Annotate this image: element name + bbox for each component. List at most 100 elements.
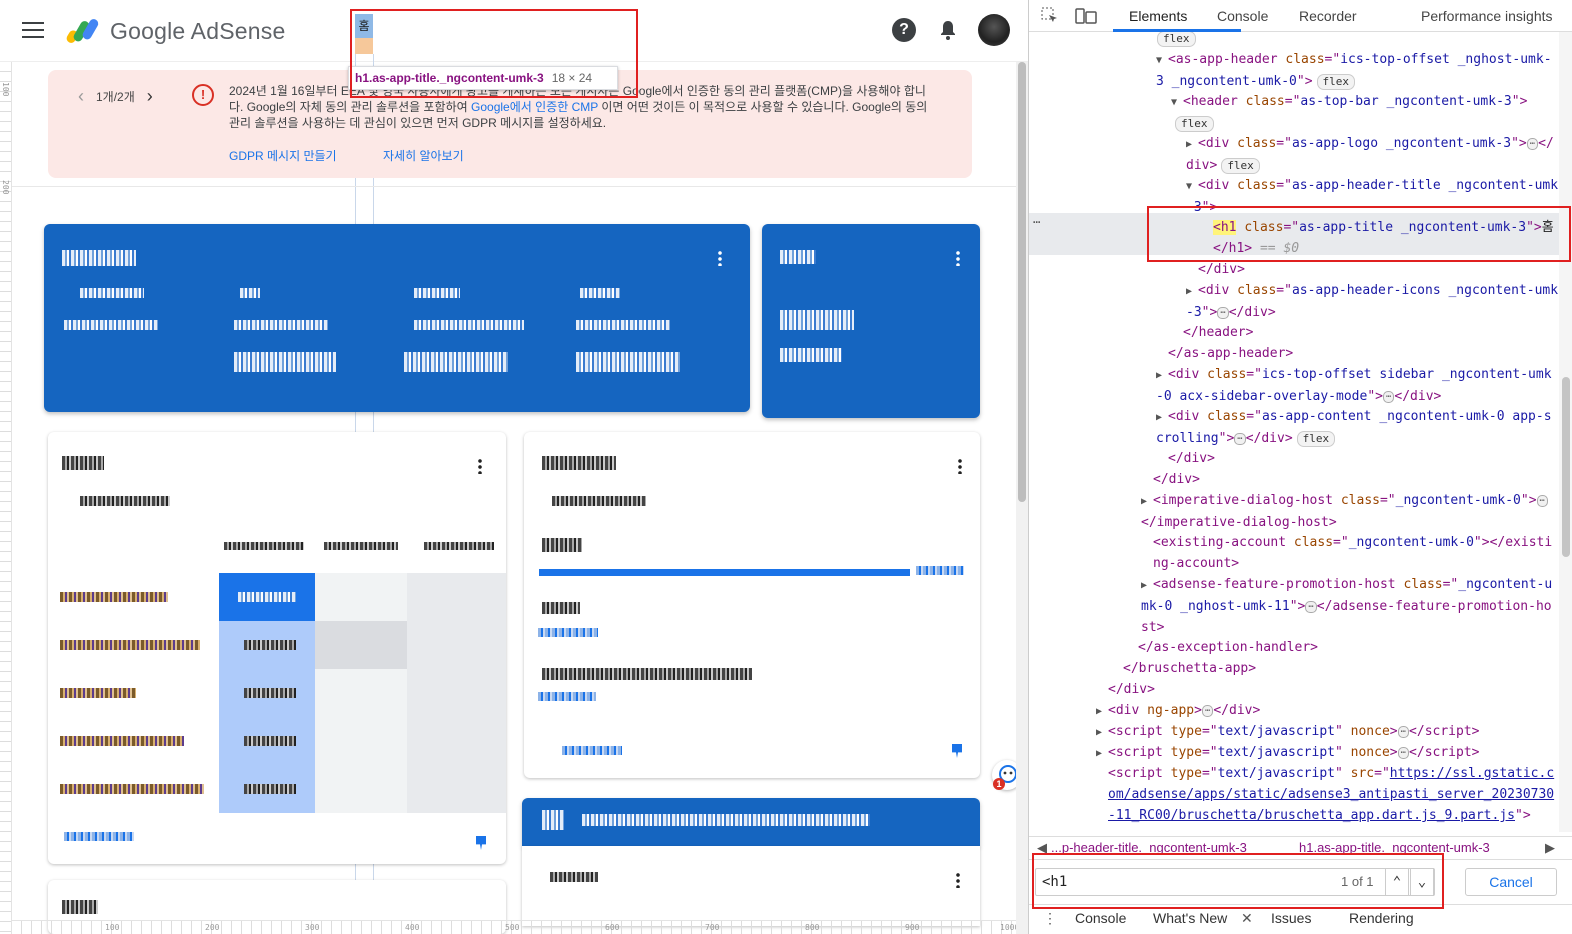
help-icon[interactable]: ? <box>892 18 916 42</box>
dom-node[interactable]: ▼ <as-app-header class="ics-top-offset _n… <box>1156 49 1559 92</box>
highlight-box <box>1032 853 1444 909</box>
dom-node[interactable]: ▶ <adsense-feature-promotion-host class="… <box>1141 574 1559 638</box>
closing-tag: </div> <box>1168 451 1215 466</box>
ellipsis-icon[interactable]: ⋯ <box>1397 725 1410 738</box>
devtools-panel: Elements Console Recorder Performance in… <box>1028 0 1572 934</box>
learn-more-link[interactable]: 자세히 알아보기 <box>383 147 464 164</box>
dom-node[interactable]: ▼ <header class="as-top-bar _ngcontent-um… <box>1171 91 1559 134</box>
next-icon[interactable]: › <box>147 86 153 107</box>
progress-bar <box>539 569 910 576</box>
dom-node[interactable]: <existing-account class="_ngcontent-umk-… <box>1153 532 1559 574</box>
tag-name: <header <box>1183 94 1238 109</box>
drawer-tab-console[interactable]: Console <box>1075 910 1126 926</box>
blurred-text <box>62 250 136 266</box>
tag-bracket: > <box>1528 493 1537 508</box>
scrollbar-thumb[interactable] <box>1562 377 1570 557</box>
attr-quote: =" <box>1333 535 1349 550</box>
collapse-triangle-icon[interactable]: ▶ <box>1186 134 1198 155</box>
ellipsis-icon[interactable]: ⋯ <box>1201 704 1214 717</box>
collapse-triangle-icon[interactable]: ▶ <box>1141 575 1153 596</box>
notifications-icon[interactable] <box>936 18 960 42</box>
table-cell <box>407 573 506 813</box>
cmp-link[interactable]: Google에서 인증한 CMP <box>471 100 598 114</box>
blurred-text <box>550 872 598 882</box>
expand-triangle-icon[interactable]: ▼ <box>1171 92 1183 113</box>
ellipsis-icon[interactable]: ⋯ <box>1536 494 1548 507</box>
menu-icon[interactable] <box>22 22 44 38</box>
close-icon[interactable]: ✕ <box>1241 910 1253 927</box>
drawer-tab-issues[interactable]: Issues <box>1271 910 1311 926</box>
dom-node[interactable]: ▶ <script type="text/javascript" nonce> ⋯ <… <box>1096 742 1559 764</box>
dom-node[interactable]: <script type="text/javascript" src="http… <box>1108 763 1559 826</box>
ellipsis-icon[interactable]: ⋯ <box>1397 746 1410 759</box>
avatar[interactable] <box>978 14 1010 46</box>
ellipsis-icon[interactable]: ⋯ <box>1234 432 1246 445</box>
attr-value[interactable]: text/javascript <box>1218 766 1335 781</box>
drawer-tab-rendering[interactable]: Rendering <box>1349 910 1414 926</box>
tab-performance-insights[interactable]: Performance insights <box>1421 8 1553 24</box>
dom-node[interactable]: </div> <box>1198 259 1559 280</box>
dom-node[interactable]: ▶ <div class="ics-top-offset sidebar _ngc… <box>1156 364 1559 407</box>
collapse-triangle-icon[interactable]: ▶ <box>1096 743 1108 764</box>
dom-node[interactable]: </header> <box>1183 322 1559 343</box>
dom-node[interactable]: ▶ <div class="as-app-header-icons _ngcont… <box>1186 280 1559 323</box>
drawer-tab-whats-new[interactable]: What's New <box>1153 910 1227 926</box>
more-icon[interactable] <box>958 458 962 474</box>
ruler-mark: 600 <box>605 923 620 932</box>
attr-name: type <box>1170 766 1202 781</box>
ellipsis-icon[interactable]: ⋯ <box>1217 306 1229 319</box>
tab-recorder[interactable]: Recorder <box>1299 8 1357 24</box>
blurred-text <box>80 496 170 506</box>
more-icon[interactable] <box>478 458 482 474</box>
blurred-text <box>324 542 398 550</box>
pin-icon[interactable] <box>476 836 486 850</box>
crumb-right-arrow-icon[interactable]: ▶ <box>1545 840 1555 856</box>
dom-node[interactable]: ▶ <div ng-app> ⋯ </div> <box>1096 700 1559 722</box>
collapse-triangle-icon[interactable]: ▶ <box>1141 491 1153 512</box>
tag-name: <existing-account <box>1153 535 1287 550</box>
more-icon[interactable] <box>956 250 960 266</box>
dom-node[interactable]: ▶ <imperative-dialog-host class="_ngconte… <box>1141 490 1559 533</box>
drawer-menu-icon[interactable]: ⋮ <box>1043 910 1057 927</box>
page-scrollbar[interactable] <box>1016 62 1028 934</box>
scrollbar-thumb[interactable] <box>1018 62 1026 502</box>
collapse-triangle-icon[interactable]: ▶ <box>1096 722 1108 743</box>
inspect-element-icon[interactable] <box>1041 7 1059 25</box>
device-toggle-icon[interactable] <box>1075 7 1097 25</box>
dom-node[interactable]: ▶ <script type="text/javascript" nonce> ⋯ <… <box>1096 721 1559 743</box>
tab-elements[interactable]: Elements <box>1129 8 1187 24</box>
prev-icon[interactable]: ‹ <box>78 86 84 107</box>
dom-tree-scrollbar[interactable] <box>1559 32 1572 832</box>
pin-icon[interactable] <box>952 744 962 758</box>
sites-card <box>48 432 506 864</box>
collapse-triangle-icon[interactable]: ▶ <box>1186 281 1198 302</box>
dom-node[interactable]: ▶ <div class="as-app-content _ngcontent-u… <box>1156 406 1559 449</box>
earnings-card <box>44 224 750 412</box>
dom-node[interactable]: </div> <box>1153 469 1559 490</box>
attr-quote: " <box>1367 389 1376 404</box>
cancel-button[interactable]: Cancel <box>1465 868 1557 896</box>
ruler-mark: 200 <box>205 923 220 932</box>
dom-node[interactable]: flex <box>1153 32 1559 49</box>
expand-triangle-icon[interactable]: ▼ <box>1186 176 1198 197</box>
dom-node[interactable]: </div> <box>1108 679 1559 700</box>
dom-node[interactable]: </as-app-header> <box>1168 343 1559 364</box>
ellipsis-icon[interactable]: ⋯ <box>1382 390 1395 403</box>
collapse-triangle-icon[interactable]: ▶ <box>1156 365 1168 386</box>
horizontal-ruler: 100 200 300 400 500 600 700 800 900 1000 <box>12 920 1028 934</box>
tab-console[interactable]: Console <box>1217 8 1268 24</box>
expand-triangle-icon[interactable]: ▼ <box>1156 50 1168 71</box>
more-icon[interactable] <box>718 250 722 266</box>
dom-node[interactable]: </bruschetta-app> <box>1123 658 1559 679</box>
dom-node[interactable]: ▶ <div class="as-app-logo _ngcontent-umk-… <box>1186 133 1559 176</box>
dom-node[interactable]: </div> <box>1168 448 1559 469</box>
collapse-triangle-icon[interactable]: ▶ <box>1156 407 1168 428</box>
ellipsis-icon[interactable]: ⋯ <box>1526 137 1539 150</box>
dom-node[interactable]: </as-exception-handler> <box>1138 637 1559 658</box>
brand-name: Google AdSense <box>110 18 286 44</box>
collapse-triangle-icon[interactable]: ▶ <box>1096 701 1108 722</box>
create-gdpr-message-link[interactable]: GDPR 메시지 만들기 <box>229 147 337 164</box>
ellipsis-icon[interactable]: ⋯ <box>1305 600 1317 613</box>
tag-name: <adsense-feature-promotion-host <box>1153 577 1396 592</box>
more-icon[interactable] <box>956 872 960 888</box>
